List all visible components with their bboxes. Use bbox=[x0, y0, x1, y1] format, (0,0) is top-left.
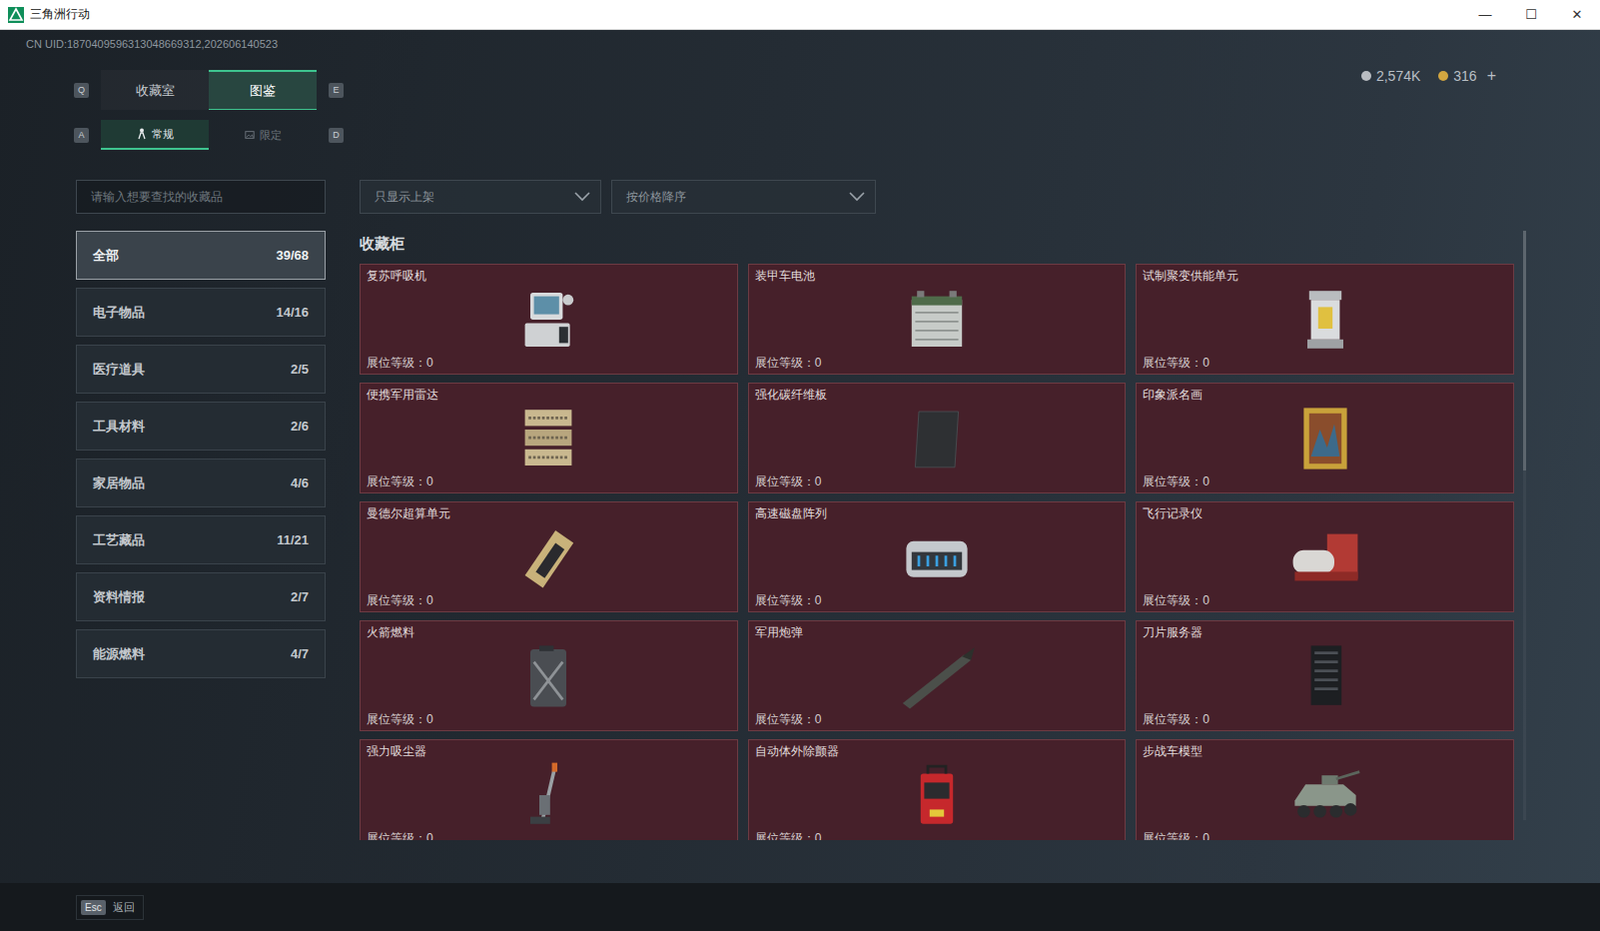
currency-item: 316 bbox=[1438, 67, 1477, 84]
disk-array-icon bbox=[891, 521, 982, 594]
booth-level: 展位等级：0 bbox=[366, 355, 732, 371]
sidebar-item[interactable]: 医疗道具2/5 bbox=[75, 344, 326, 394]
server-icon bbox=[1280, 640, 1371, 713]
booth-level: 展位等级：0 bbox=[366, 712, 732, 728]
booth-level: 展位等级：0 bbox=[755, 830, 1120, 840]
sidebar-item[interactable]: 工艺藏品11/21 bbox=[75, 515, 326, 565]
canister-icon bbox=[503, 640, 594, 713]
collection-card[interactable]: 强化碳纤维板展位等级：0 bbox=[748, 382, 1127, 494]
shell-icon bbox=[891, 640, 982, 713]
game-area: CN UID:1870409596313048669312,2026061405… bbox=[0, 29, 1600, 931]
sidebar-item[interactable]: 家居物品4/6 bbox=[75, 458, 326, 508]
carbon-plate-icon bbox=[891, 402, 982, 475]
sidebar-item[interactable]: 电子物品14/16 bbox=[75, 287, 326, 337]
tab[interactable]: 收藏室 bbox=[100, 69, 209, 110]
game-window: 三角洲行动 —☐✕ CN UID:1870409596313048669312,20… bbox=[0, 0, 1600, 931]
section-title: 收藏柜 bbox=[359, 230, 1515, 254]
booth-level: 展位等级：0 bbox=[755, 355, 1120, 371]
currency-item: 2,574K bbox=[1361, 67, 1421, 84]
add-currency-button[interactable]: + bbox=[1487, 66, 1497, 85]
sidebar-item[interactable]: 工具材料2/6 bbox=[75, 401, 326, 451]
booth-level: 展位等级：0 bbox=[366, 474, 732, 490]
coin-icon bbox=[1361, 70, 1372, 81]
tab-bar: 收藏室图鉴 bbox=[100, 69, 317, 110]
scroll-thumb[interactable] bbox=[1523, 230, 1527, 471]
coin-icon bbox=[1438, 70, 1449, 81]
prev-tab-key[interactable]: Q bbox=[73, 82, 89, 98]
booth-level: 展位等级：0 bbox=[755, 712, 1120, 728]
booth-level: 展位等级：0 bbox=[1142, 712, 1508, 728]
booth-level: 展位等级：0 bbox=[755, 474, 1120, 490]
booth-level: 展位等级：0 bbox=[755, 593, 1120, 609]
filter-dropdown[interactable]: 按价格降序 bbox=[611, 179, 876, 214]
recorder-icon bbox=[1280, 521, 1371, 594]
chevron-down-icon bbox=[848, 191, 865, 202]
image-icon bbox=[244, 128, 255, 141]
booth-level: 展位等级：0 bbox=[366, 593, 732, 609]
tab[interactable]: 图鉴 bbox=[208, 69, 317, 110]
booth-level: 展位等级：0 bbox=[1142, 830, 1508, 840]
collection-card[interactable]: 印象派名画展位等级：0 bbox=[1135, 382, 1515, 494]
vacuum-icon bbox=[503, 759, 594, 831]
subtab[interactable]: 限定 bbox=[208, 119, 317, 150]
category-sidebar: 全部39/68 电子物品14/16 医疗道具2/5 工具材料2/6 家居物品4/6 工艺藏… bbox=[75, 230, 326, 840]
booth-level: 展位等级：0 bbox=[1142, 355, 1508, 371]
window-control[interactable]: ✕ bbox=[1554, 0, 1600, 30]
chip-icon bbox=[503, 521, 594, 594]
collection-card[interactable]: 便携军用雷达展位等级：0 bbox=[359, 382, 739, 494]
sidebar-item[interactable]: 能源燃料4/7 bbox=[75, 629, 326, 679]
delta-logo-icon bbox=[7, 6, 24, 23]
next-subtab-key[interactable]: D bbox=[328, 127, 344, 143]
collection-card[interactable]: 军用炮弹展位等级：0 bbox=[748, 620, 1127, 732]
window-control[interactable]: — bbox=[1462, 0, 1509, 30]
collection-card[interactable]: 飞行记录仪展位等级：0 bbox=[1135, 501, 1515, 613]
collection-card[interactable]: 高速磁盘阵列展位等级：0 bbox=[748, 501, 1127, 613]
collection-card[interactable]: 强力吸尘器展位等级：0 bbox=[359, 739, 739, 840]
fusion-cell-icon bbox=[1280, 283, 1371, 356]
collection-card[interactable]: 刀片服务器展位等级：0 bbox=[1135, 620, 1515, 732]
collection-card[interactable]: 步战车模型展位等级：0 bbox=[1135, 739, 1515, 840]
sidebar-item[interactable]: 资料情报2/7 bbox=[75, 572, 326, 622]
booth-level: 展位等级：0 bbox=[366, 830, 732, 840]
battery-icon bbox=[891, 283, 982, 356]
collection-grid: 复苏呼吸机展位等级：0装甲车电池展位等级：0试制聚变供能单元展位等级：0 便携军用… bbox=[359, 263, 1515, 840]
booth-level: 展位等级：0 bbox=[1142, 593, 1508, 609]
defibrillator-icon bbox=[891, 759, 982, 831]
next-tab-key[interactable]: E bbox=[328, 82, 344, 98]
uid-label: CN UID:1870409596313048669312,2026061405… bbox=[0, 29, 344, 51]
vehicle-icon bbox=[1280, 759, 1371, 831]
ventilator-icon bbox=[503, 283, 594, 356]
scrollbar[interactable] bbox=[1523, 230, 1527, 820]
chevron-down-icon bbox=[574, 191, 591, 202]
collection-card[interactable]: 自动体外除颤器展位等级：0 bbox=[748, 739, 1127, 840]
collection-card[interactable]: 火箭燃料展位等级：0 bbox=[359, 620, 739, 732]
title-bar: 三角洲行动 —☐✕ bbox=[0, 0, 1600, 30]
radar-icon bbox=[503, 402, 594, 475]
back-button[interactable]: Esc返回 bbox=[75, 894, 144, 920]
collection-card[interactable]: 复苏呼吸机展位等级：0 bbox=[359, 263, 739, 375]
subtab-bar: 常规限定 bbox=[100, 119, 317, 150]
booth-level: 展位等级：0 bbox=[1142, 474, 1508, 490]
prev-subtab-key[interactable]: A bbox=[73, 127, 89, 143]
collection-card[interactable]: 试制聚变供能单元展位等级：0 bbox=[1135, 263, 1515, 375]
window-control[interactable]: ☐ bbox=[1508, 0, 1555, 30]
bottom-bar: Esc返回 bbox=[0, 882, 1600, 931]
figure-icon bbox=[136, 127, 147, 140]
collection-card[interactable]: 装甲车电池展位等级：0 bbox=[748, 263, 1127, 375]
filter-dropdown[interactable]: 只显示上架 bbox=[359, 179, 602, 214]
collection-card[interactable]: 曼德尔超算单元展位等级：0 bbox=[359, 501, 739, 613]
painting-icon bbox=[1280, 402, 1371, 475]
currency-bar: 2,574K 316 + bbox=[1361, 29, 1600, 86]
subtab[interactable]: 常规 bbox=[100, 119, 209, 150]
sidebar-item[interactable]: 全部39/68 bbox=[75, 230, 326, 280]
window-title: 三角洲行动 bbox=[29, 5, 90, 23]
search-field[interactable]: 请输入想要查找的收藏品 bbox=[75, 179, 326, 214]
